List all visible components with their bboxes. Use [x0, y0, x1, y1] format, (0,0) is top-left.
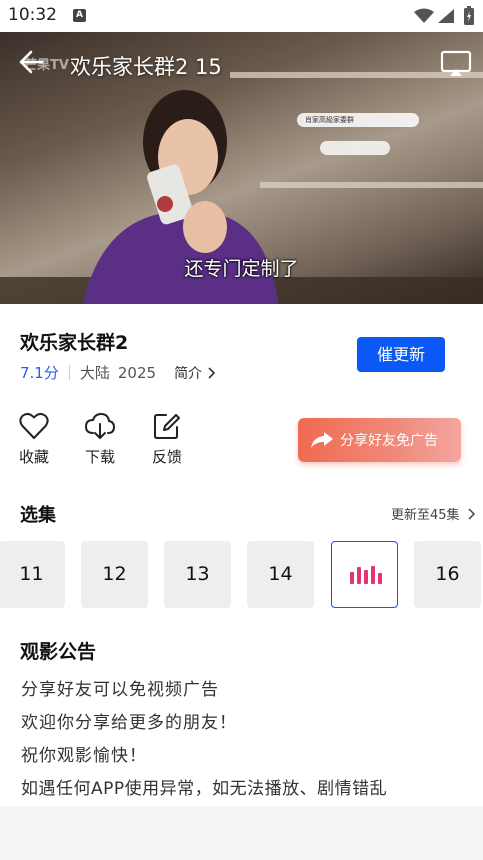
equalizer-playing-icon: [349, 566, 382, 584]
notice-line: 欢迎你分享给更多的朋友！: [21, 713, 237, 733]
cloud-download-icon: [84, 412, 116, 439]
notice-line: 祝你观影愉快！: [21, 746, 147, 766]
video-title: 欢乐家长群2 15: [70, 55, 222, 79]
heart-icon: [19, 412, 49, 439]
video-player[interactable]: 肖家高級家委群 芒果TV 欢乐家长群2 15 还专门定制了: [0, 32, 483, 304]
show-meta: 7.1分 大陆 2025 简介: [20, 362, 218, 383]
feedback-button[interactable]: 反馈: [147, 412, 187, 467]
notice-line: 如遇任何APP使用异常，如无法播放、剧情错乱: [21, 779, 388, 799]
share-no-ads-button[interactable]: 分享好友免广告: [298, 418, 461, 462]
download-button[interactable]: 下载: [80, 412, 120, 467]
episode-item[interactable]: 12: [81, 541, 148, 608]
episodes-section-title: 选集: [20, 505, 56, 526]
edit-note-icon: [154, 414, 180, 439]
notice-title: 观影公告: [20, 641, 97, 663]
status-time: 10:32: [8, 5, 57, 25]
episode-item[interactable]: 16: [414, 541, 481, 608]
intro-link[interactable]: 简介: [174, 363, 218, 383]
show-year: 2025: [117, 363, 157, 382]
show-title: 欢乐家长群2: [20, 332, 129, 354]
feedback-label: 反馈: [151, 448, 182, 466]
episode-item[interactable]: 14: [247, 541, 314, 608]
wifi-icon: [414, 8, 434, 23]
show-score: 7.1分: [20, 364, 59, 382]
video-subtitle: 还专门定制了: [184, 258, 299, 280]
show-region: 大陆: [79, 364, 110, 382]
meta-divider: [68, 365, 70, 380]
bg-shelf: [260, 182, 483, 188]
request-update-button[interactable]: 催更新: [357, 337, 445, 372]
episode-item[interactable]: 11: [0, 541, 65, 608]
share-arrow-icon: [311, 432, 333, 448]
episodes-update-link[interactable]: 更新至45集: [391, 504, 479, 523]
episode-item-playing[interactable]: [331, 541, 398, 608]
download-label: 下载: [84, 448, 115, 466]
episodes-update-info: 更新至45集: [391, 508, 460, 523]
battery-icon: [464, 6, 474, 25]
signal-icon: [438, 9, 454, 23]
favorite-label: 收藏: [18, 448, 49, 466]
notice-body: 分享好友可以免视频广告 欢迎你分享给更多的朋友！ 祝你观影愉快！ 如遇任何APP…: [21, 674, 387, 806]
notification-icon: A: [73, 9, 86, 22]
share-label: 分享好友免广告: [340, 433, 438, 449]
notice-line: 分享好友可以免视频广告: [21, 680, 219, 700]
episode-item[interactable]: 13: [164, 541, 231, 608]
back-arrow-icon[interactable]: [18, 50, 44, 74]
chevron-right-icon: [468, 507, 475, 520]
status-bar: 10:32 A: [0, 0, 483, 32]
video-phone-slider: [320, 141, 390, 155]
cast-screen-icon[interactable]: [440, 50, 472, 78]
favorite-button[interactable]: 收藏: [14, 412, 54, 467]
detail-panel: 欢乐家长群2 7.1分 大陆 2025 简介 催更新 收藏 下载 反馈 分享好友…: [0, 304, 483, 806]
chevron-right-icon: [208, 366, 216, 379]
episode-list: 11 12 13 14 16: [0, 541, 483, 609]
video-phone-ui: 肖家高級家委群: [297, 113, 419, 127]
intro-label: 简介: [174, 365, 203, 382]
